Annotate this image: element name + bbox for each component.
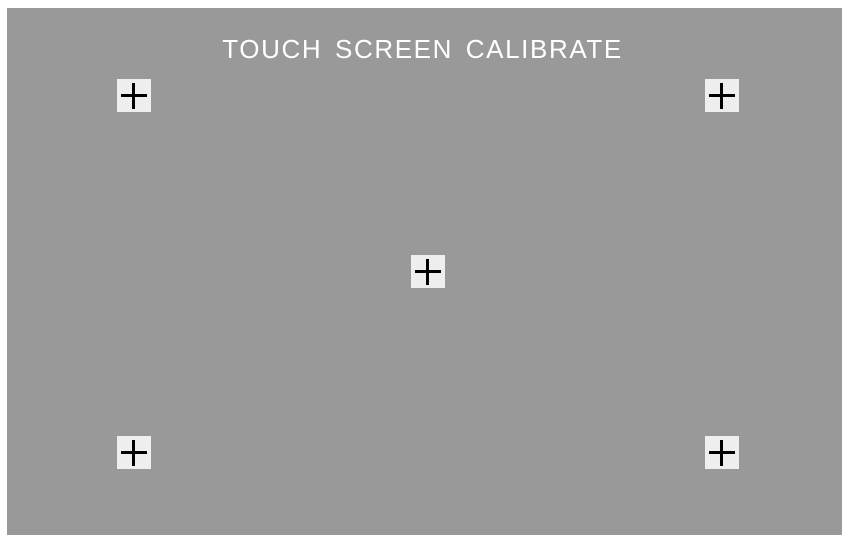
crosshair-icon bbox=[426, 259, 429, 285]
crosshair-icon bbox=[720, 83, 723, 109]
calibration-target-bottom-left[interactable] bbox=[117, 436, 151, 469]
calibration-target-bottom-right[interactable] bbox=[705, 436, 739, 469]
crosshair-icon bbox=[132, 440, 135, 466]
calibration-title: TOUCH SCREEN CALIBRATE bbox=[222, 34, 623, 64]
calibration-target-top-left[interactable] bbox=[117, 79, 151, 112]
calibration-target-top-right[interactable] bbox=[705, 79, 739, 112]
crosshair-icon bbox=[720, 440, 723, 466]
crosshair-icon bbox=[132, 83, 135, 109]
calibration-target-center[interactable] bbox=[411, 255, 445, 288]
